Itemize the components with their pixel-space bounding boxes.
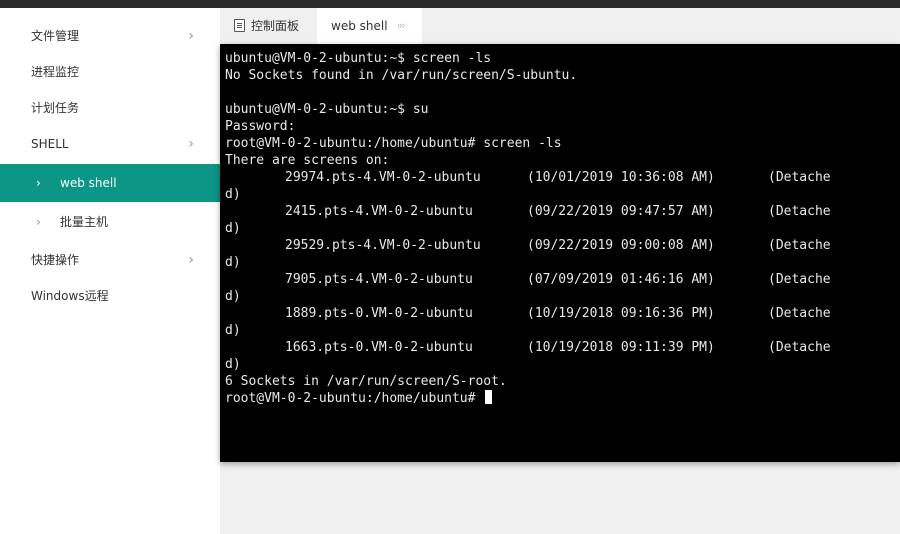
session-time: (09/22/2019 09:00:08 AM) bbox=[527, 238, 715, 253]
session-name: 29529.pts-4.VM-0-2-ubuntu bbox=[285, 238, 481, 253]
terminal-line: 6 Sockets in /var/run/screen/S-root. bbox=[225, 374, 507, 389]
terminal-line: root@VM-0-2-ubuntu:/home/ubuntu# screen … bbox=[225, 136, 562, 151]
sidebar-item-scheduled-tasks[interactable]: 计划任务 bbox=[0, 91, 220, 125]
sidebar-item-label: 快捷操作 bbox=[31, 253, 80, 267]
sidebar-item-batch-hosts[interactable]: › 批量主机 bbox=[0, 205, 220, 239]
session-time: (10/01/2019 10:36:08 AM) bbox=[527, 170, 715, 185]
document-icon bbox=[234, 19, 245, 32]
terminal-line-wrap: d) bbox=[225, 323, 241, 338]
terminal[interactable]: ubuntu@VM-0-2-ubuntu:~$ screen -ls No So… bbox=[220, 44, 900, 462]
tab-control-panel[interactable]: 控制面板 bbox=[220, 8, 317, 44]
session-status: (Detache bbox=[768, 272, 831, 287]
sidebar-item-label: 批量主机 bbox=[60, 215, 109, 229]
sidebar-item-file-manager[interactable]: 文件管理 › bbox=[0, 19, 220, 53]
chevron-right-icon: › bbox=[188, 136, 194, 152]
terminal-cursor bbox=[485, 390, 493, 404]
session-status: (Detache bbox=[768, 306, 831, 321]
sidebar-item-label: 文件管理 bbox=[31, 29, 80, 43]
session-status: (Detache bbox=[768, 204, 831, 219]
session-name: 1889.pts-0.VM-0-2-ubuntu bbox=[285, 306, 473, 321]
session-status: (Detache bbox=[768, 238, 831, 253]
tab-label: web shell bbox=[331, 19, 388, 33]
tab-bar: 控制面板 web shell ∞ bbox=[220, 8, 900, 44]
sidebar-item-label: 计划任务 bbox=[31, 101, 80, 115]
chevron-right-icon: › bbox=[36, 215, 41, 229]
tab-web-shell[interactable]: web shell ∞ bbox=[317, 8, 422, 44]
screen-session-row: 29974.pts-4.VM-0-2-ubuntu (10/01/2019 10… bbox=[225, 169, 895, 186]
terminal-line-wrap: d) bbox=[225, 187, 241, 202]
terminal-line-wrap: d) bbox=[225, 255, 241, 270]
session-time: (10/19/2018 09:11:39 PM) bbox=[527, 340, 715, 355]
terminal-line: ubuntu@VM-0-2-ubuntu:~$ su bbox=[225, 102, 429, 117]
screen-session-row: 1889.pts-0.VM-0-2-ubuntu (10/19/2018 09:… bbox=[225, 305, 895, 322]
sidebar-item-label: SHELL bbox=[31, 137, 69, 151]
screen-session-row: 29529.pts-4.VM-0-2-ubuntu (09/22/2019 09… bbox=[225, 237, 895, 254]
terminal-line-wrap: d) bbox=[225, 357, 241, 372]
chevron-right-icon: › bbox=[188, 252, 194, 268]
close-icon[interactable]: ∞ bbox=[397, 8, 406, 44]
top-bar bbox=[0, 0, 900, 8]
sidebar-item-label: web shell bbox=[60, 176, 117, 190]
sidebar-item-label: Windows远程 bbox=[31, 289, 109, 303]
chevron-right-icon: › bbox=[188, 28, 194, 44]
sidebar-item-quick-actions[interactable]: 快捷操作 › bbox=[0, 243, 220, 277]
session-name: 29974.pts-4.VM-0-2-ubuntu bbox=[285, 170, 481, 185]
chevron-right-icon: › bbox=[36, 176, 41, 190]
session-status: (Detache bbox=[768, 170, 831, 185]
screen-session-row: 7905.pts-4.VM-0-2-ubuntu (07/09/2019 01:… bbox=[225, 271, 895, 288]
sidebar-item-process-monitor[interactable]: 进程监控 bbox=[0, 55, 220, 89]
terminal-line: ubuntu@VM-0-2-ubuntu:~$ screen -ls bbox=[225, 51, 492, 66]
session-time: (10/19/2018 09:16:36 PM) bbox=[527, 306, 715, 321]
terminal-output: ubuntu@VM-0-2-ubuntu:~$ screen -ls No So… bbox=[225, 50, 895, 407]
sidebar: 文件管理 › 进程监控 计划任务 SHELL › › web shell › 批… bbox=[0, 8, 220, 534]
screen-session-row: 2415.pts-4.VM-0-2-ubuntu (09/22/2019 09:… bbox=[225, 203, 895, 220]
sidebar-item-shell[interactable]: SHELL › bbox=[0, 127, 220, 161]
terminal-prompt-line[interactable]: root@VM-0-2-ubuntu:/home/ubuntu# bbox=[225, 390, 895, 407]
terminal-line-wrap: d) bbox=[225, 221, 241, 236]
session-name: 2415.pts-4.VM-0-2-ubuntu bbox=[285, 204, 473, 219]
sidebar-item-web-shell[interactable]: › web shell bbox=[0, 164, 220, 202]
session-name: 7905.pts-4.VM-0-2-ubuntu bbox=[285, 272, 473, 287]
terminal-line: Password: bbox=[225, 119, 296, 134]
session-status: (Detache bbox=[768, 340, 831, 355]
session-time: (09/22/2019 09:47:57 AM) bbox=[527, 204, 715, 219]
terminal-line: No Sockets found in /var/run/screen/S-ub… bbox=[225, 68, 578, 83]
screen-session-row: 1663.pts-0.VM-0-2-ubuntu (10/19/2018 09:… bbox=[225, 339, 895, 356]
session-time: (07/09/2019 01:46:16 AM) bbox=[527, 272, 715, 287]
session-name: 1663.pts-0.VM-0-2-ubuntu bbox=[285, 340, 473, 355]
tab-label: 控制面板 bbox=[251, 19, 300, 33]
terminal-line-wrap: d) bbox=[225, 289, 241, 304]
sidebar-item-label: 进程监控 bbox=[31, 65, 80, 79]
sidebar-item-windows-remote[interactable]: Windows远程 bbox=[0, 279, 220, 313]
terminal-line: There are screens on: bbox=[225, 153, 390, 168]
